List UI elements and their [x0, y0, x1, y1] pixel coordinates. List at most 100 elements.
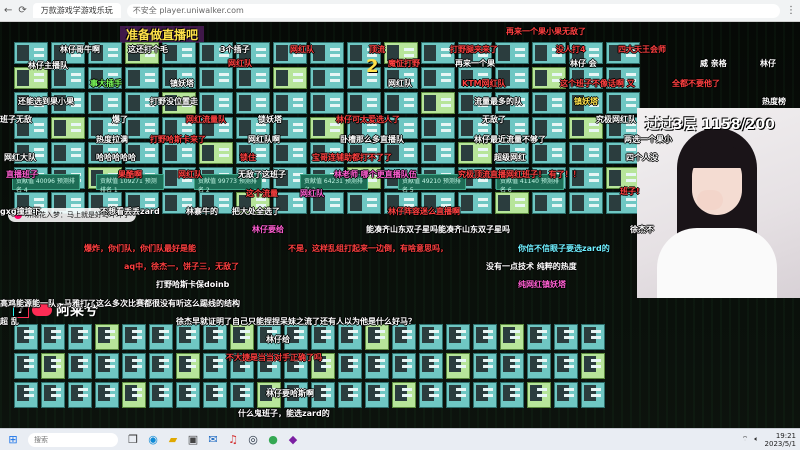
store-icon[interactable]: ▣ [184, 431, 202, 449]
danmaku-comment: 林仔最近流量不够了 [474, 135, 546, 144]
danmaku-comment: 威 亲格 [700, 59, 727, 68]
browser-tab[interactable]: 万款游戏学游戏乐玩 [32, 3, 121, 18]
danmaku-comment: 这个班子不像话啊 又 [560, 79, 635, 88]
challenge-counter: 过过3层 1158/200 [645, 117, 775, 133]
danmaku-comment: aq中，徐杰一，饼子三，无敌了 [124, 262, 240, 271]
webcam-hand [697, 190, 723, 210]
player-card [41, 353, 65, 379]
player-card [473, 353, 497, 379]
player-card [176, 382, 200, 408]
player-card [149, 324, 173, 350]
player-card [458, 192, 492, 214]
player-card [14, 324, 38, 350]
danmaku-comment: 魔怔打野 [388, 59, 420, 68]
webcam-body [657, 228, 777, 298]
danmaku-comment: 再来一个果 [455, 59, 495, 68]
danmaku-comment: 四个人没 [626, 153, 658, 162]
player-card [527, 324, 551, 350]
player-card [446, 324, 470, 350]
player-card [500, 382, 524, 408]
player-card [392, 353, 416, 379]
steam-icon[interactable]: ◎ [244, 431, 262, 449]
player-card [365, 382, 389, 408]
browser-chrome: ← ⟳ 万款游戏学游戏乐玩 不安全 player.uniwalker.com ⋮ [0, 0, 800, 22]
mail-icon[interactable]: ✉ [204, 431, 222, 449]
taskbar-search[interactable]: 搜索 [28, 432, 118, 447]
player-card [495, 192, 529, 214]
danmaku-comment: 班子! [620, 187, 640, 196]
danmaku-comment: 林仔要哈斯啊 [266, 389, 314, 398]
danmaku-comment: 镇妖塔 [170, 79, 194, 88]
player-card [230, 382, 254, 408]
player-card [176, 353, 200, 379]
volume-icon[interactable]: 🔈︎ [754, 435, 758, 444]
player-card [421, 117, 455, 139]
player-card [311, 324, 335, 350]
player-card [365, 324, 389, 350]
danmaku-comment: 林仔阵容迷么直播啊 [388, 207, 460, 216]
danmaku-comment: gxg撞撞下 [0, 207, 41, 216]
stream-title: 准备做直播吧 [120, 26, 205, 43]
clock-time: 19:21 [775, 431, 796, 440]
task-view-icon[interactable]: ❐ [124, 431, 142, 449]
player-card [338, 324, 362, 350]
player-card [419, 382, 443, 408]
player-card [473, 382, 497, 408]
address-bar[interactable]: 不安全 player.uniwalker.com [126, 3, 780, 18]
reload-icon[interactable]: ⟳ [18, 5, 26, 16]
big-number: 2 [366, 56, 379, 77]
app-icon[interactable]: ◆ [284, 431, 302, 449]
player-card [236, 92, 270, 114]
clock[interactable]: 19:21 2023/5/1 [765, 432, 796, 448]
player-card [421, 142, 455, 164]
danmaku-comment: 打野腿夹来了 [450, 45, 498, 54]
danmaku-comment: 爆了 [112, 115, 128, 124]
player-card [311, 382, 335, 408]
player-card [500, 353, 524, 379]
player-card [273, 92, 307, 114]
player-card [122, 382, 146, 408]
player-card [581, 382, 605, 408]
chrome-icon[interactable]: ● [264, 431, 282, 449]
danmaku-comment: 不是，这样乱组打起来一边倒，有啥意思吗， [288, 244, 448, 253]
danmaku-comment: 网红队 [228, 59, 252, 68]
folder-icon[interactable]: ▰ [164, 431, 182, 449]
danmaku-comment: 林仔可太爱选人了 [336, 115, 400, 124]
back-icon[interactable]: ← [4, 5, 12, 16]
danmaku-comment: 3个插子 [220, 45, 250, 54]
player-card [122, 324, 146, 350]
player-card [527, 382, 551, 408]
player-card [347, 192, 381, 214]
player-card [532, 142, 566, 164]
edge-icon[interactable]: ◉ [144, 431, 162, 449]
danmaku-comment: 锁妖塔 [258, 115, 282, 124]
insecure-label: 不安全 [132, 6, 157, 15]
system-tray: ⌔ 🔈︎ 19:21 2023/5/1 [742, 432, 796, 448]
player-card [532, 192, 566, 214]
player-card [176, 324, 200, 350]
danmaku-comment: 锁住 [240, 153, 256, 162]
danmaku-comment: 还能选到果小果 [18, 97, 74, 106]
danmaku-comment: 网红队啊 [248, 135, 280, 144]
danmaku-comment: 不大捷是当当对手正确了吗 [226, 353, 322, 362]
danmaku-comment: 打野哈斯卡保doinb [156, 280, 230, 289]
taskbar: ⊞ 搜索 ❐ ◉ ▰ ▣ ✉ ♫ ◎ ● ◆ ⌔ 🔈︎ 19:21 2023/5… [0, 428, 800, 450]
danmaku-comment: 热度榜 [762, 97, 786, 106]
danmaku-comment: 林仔给 [266, 335, 290, 344]
player-card [236, 67, 270, 89]
danmaku-comment: 网红队 [388, 79, 412, 88]
player-card [338, 382, 362, 408]
player-card [419, 353, 443, 379]
danmaku-comment: 果酷啊 [118, 170, 142, 179]
music-icon[interactable]: ♫ [224, 431, 242, 449]
menu-icon[interactable]: ⋮ [786, 5, 796, 16]
danmaku-comment: 林仔 会 [570, 59, 597, 68]
player-card [199, 142, 233, 164]
player-card [203, 324, 227, 350]
windows-icon[interactable]: ⊞ [4, 431, 22, 449]
player-card [122, 353, 146, 379]
webcam-bangs [689, 146, 745, 168]
danmaku-comment: 没有一点技术 纯粹的热度 [486, 262, 577, 271]
danmaku-comment: 直播班子 [6, 170, 38, 179]
wifi-icon[interactable]: ⌔ [742, 435, 749, 444]
